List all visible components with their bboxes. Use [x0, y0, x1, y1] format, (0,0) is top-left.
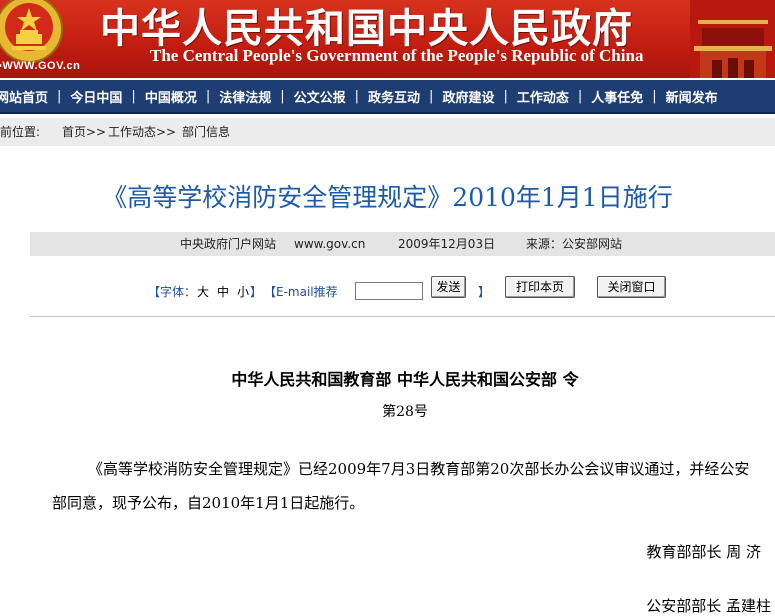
article-toolbar: 【字体： 大 中 小 】 【E-mail推荐 发送 】 打印本页 关闭窗口 — [0, 276, 775, 304]
nav-separator: | — [354, 88, 360, 104]
nav-item-gov-building[interactable]: 政府建设 — [442, 87, 494, 106]
breadcrumb-work-news[interactable]: 工作动态>> — [108, 118, 176, 146]
signature-education-minister: 教育部部长 周 济 — [646, 543, 761, 561]
nav-separator: | — [131, 88, 136, 104]
email-recommend-label: 【E-mail推荐 — [264, 285, 338, 299]
print-button[interactable]: 打印本页 — [505, 276, 575, 298]
national-emblem-icon — [0, 0, 63, 63]
font-size-label: 【字体： — [148, 285, 197, 299]
nav-separator: | — [429, 88, 434, 104]
nav-item-china-overview[interactable]: 中国概况 — [145, 87, 197, 106]
nav-separator: | — [280, 88, 285, 104]
font-size-close: 】 — [250, 285, 263, 299]
tiananmen-icon — [690, 0, 775, 78]
order-title: 中华人民共和国教育部 中华人民共和国公安部 令 — [231, 370, 579, 389]
nav-item-press[interactable]: 新闻发布 — [666, 87, 718, 106]
breadcrumb-home[interactable]: 首页>> — [62, 118, 106, 146]
send-button[interactable]: 发送 — [431, 276, 466, 298]
nav-item-home[interactable]: 网站首页 — [0, 87, 48, 106]
divider — [30, 316, 775, 317]
meta-site-url: www.gov.cn — [294, 237, 366, 251]
meta-source-site: 中央政府门户网站 — [180, 237, 277, 251]
article-meta: 中央政府门户网站 www.gov.cn 2009年12月03日 来源：公安部网站 — [30, 232, 775, 256]
nav-item-today-china[interactable]: 今日中国 — [70, 87, 122, 106]
meta-date: 2009年12月03日 — [398, 237, 496, 251]
nav-separator: | — [577, 88, 583, 104]
close-window-button[interactable]: 关闭窗口 — [597, 276, 666, 298]
nav-item-appointments[interactable]: 人事任免 — [591, 87, 643, 106]
nav-item-work-news[interactable]: 工作动态 — [517, 87, 569, 106]
breadcrumb-current: 部门信息 — [182, 125, 231, 139]
nav-item-laws[interactable]: 法律法规 — [219, 87, 271, 106]
nav-separator: | — [652, 88, 657, 104]
font-small-link[interactable]: 小 — [237, 283, 249, 300]
font-medium-link[interactable]: 中 — [217, 283, 229, 300]
email-input[interactable] — [355, 282, 423, 300]
header-banner: ▪WWW.GOV.cn 中华人民共和国中央人民政府 The Central Pe… — [0, 0, 775, 78]
site-url-label: ▪WWW.GOV.cn — [0, 60, 81, 72]
nav-item-interaction[interactable]: 政务互动 — [368, 87, 420, 106]
font-large-link[interactable]: 大 — [197, 283, 209, 300]
article-paragraph: 《高等学校消防安全管理规定》已经2009年7月3日教育部第20次部长办公会议审议… — [52, 460, 750, 512]
nav-item-documents[interactable]: 公文公报 — [294, 87, 346, 106]
main-nav: 网站首页 | 今日中国 | 中国概况 | 法律法规 | 公文公报 | 政务互动 … — [0, 80, 775, 114]
nav-separator: | — [57, 88, 62, 104]
nav-separator: | — [503, 88, 508, 104]
nav-separator: | — [205, 88, 211, 104]
banner-title-en: The Central People's Government of the P… — [150, 46, 644, 65]
email-close: 】 — [478, 285, 491, 299]
meta-source: 来源：公安部网站 — [526, 237, 623, 251]
breadcrumb-prefix: 当前位置: — [0, 125, 41, 139]
page-title: 《高等学校消防安全管理规定》2010年1月1日施行 — [102, 183, 673, 212]
order-number: 第28号 — [382, 404, 428, 420]
breadcrumb: 当前位置: 首页>> 工作动态>> 部门信息 — [0, 118, 775, 146]
